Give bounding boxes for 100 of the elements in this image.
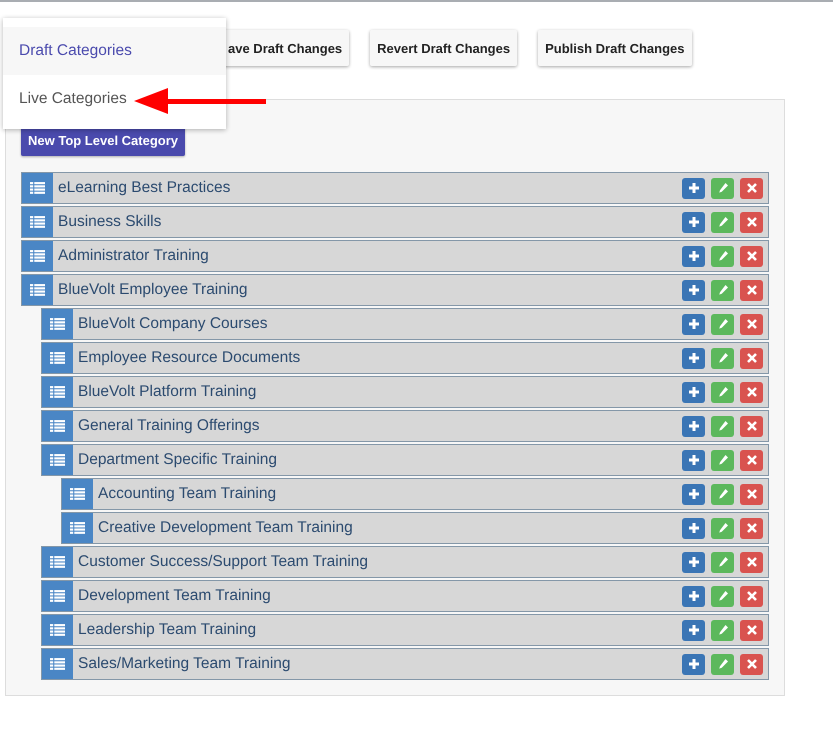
category-row[interactable]: Employee Resource Documents bbox=[41, 342, 769, 374]
edit-button[interactable] bbox=[711, 620, 734, 640]
revert-draft-button[interactable]: Revert Draft Changes bbox=[370, 30, 518, 66]
add-button[interactable] bbox=[682, 552, 705, 572]
category-name: Sales/Marketing Team Training bbox=[77, 655, 292, 673]
delete-button[interactable] bbox=[740, 484, 763, 504]
edit-button[interactable] bbox=[711, 212, 734, 232]
add-button[interactable] bbox=[682, 586, 705, 606]
pencil-icon bbox=[718, 387, 728, 397]
category-row[interactable]: eLearning Best Practices bbox=[21, 172, 769, 204]
add-button[interactable] bbox=[682, 280, 705, 300]
pencil-icon bbox=[718, 557, 728, 567]
add-button[interactable] bbox=[682, 416, 705, 436]
drag-handle[interactable] bbox=[42, 309, 73, 339]
delete-button[interactable] bbox=[740, 178, 763, 198]
drag-handle[interactable] bbox=[42, 343, 73, 373]
drag-handle[interactable] bbox=[22, 241, 53, 271]
list-icon bbox=[70, 522, 85, 534]
add-button[interactable] bbox=[682, 246, 705, 266]
drag-handle[interactable] bbox=[42, 411, 73, 441]
drag-handle[interactable] bbox=[62, 513, 93, 543]
pencil-icon bbox=[718, 523, 728, 533]
category-row[interactable]: BlueVolt Employee Training bbox=[21, 274, 769, 306]
delete-button[interactable] bbox=[740, 382, 763, 402]
drag-handle[interactable] bbox=[62, 479, 93, 509]
edit-button[interactable] bbox=[711, 552, 734, 572]
add-button[interactable] bbox=[682, 382, 705, 402]
delete-button[interactable] bbox=[740, 620, 763, 640]
add-button[interactable] bbox=[682, 212, 705, 232]
edit-button[interactable] bbox=[711, 178, 734, 198]
delete-button[interactable] bbox=[740, 212, 763, 232]
edit-button[interactable] bbox=[711, 654, 734, 674]
category-row[interactable]: Accounting Team Training bbox=[61, 478, 769, 510]
category-row[interactable]: Leadership Team Training bbox=[41, 614, 769, 646]
plus-icon bbox=[688, 455, 698, 465]
drag-handle[interactable] bbox=[42, 615, 73, 645]
category-row[interactable]: Business Skills bbox=[21, 206, 769, 238]
category-row[interactable]: Development Team Training bbox=[41, 580, 769, 612]
drag-handle[interactable] bbox=[42, 445, 73, 475]
edit-button[interactable] bbox=[711, 518, 734, 538]
category-row[interactable]: General Training Offerings bbox=[41, 410, 769, 442]
delete-button[interactable] bbox=[740, 280, 763, 300]
drag-handle[interactable] bbox=[42, 649, 73, 679]
add-button[interactable] bbox=[682, 518, 705, 538]
add-button[interactable] bbox=[682, 314, 705, 334]
delete-button[interactable] bbox=[740, 416, 763, 436]
pencil-icon bbox=[718, 421, 728, 431]
delete-button[interactable] bbox=[740, 654, 763, 674]
category-name: BlueVolt Employee Training bbox=[57, 281, 249, 299]
category-name: Customer Success/Support Team Training bbox=[77, 553, 370, 571]
list-icon bbox=[50, 454, 65, 466]
drag-handle[interactable] bbox=[22, 207, 53, 237]
close-icon bbox=[746, 353, 756, 363]
delete-button[interactable] bbox=[740, 552, 763, 572]
close-icon bbox=[746, 387, 756, 397]
drag-handle[interactable] bbox=[42, 547, 73, 577]
edit-button[interactable] bbox=[711, 280, 734, 300]
add-button[interactable] bbox=[682, 348, 705, 368]
delete-button[interactable] bbox=[740, 246, 763, 266]
pencil-icon bbox=[718, 625, 728, 635]
edit-button[interactable] bbox=[711, 314, 734, 334]
edit-button[interactable] bbox=[711, 246, 734, 266]
menu-item[interactable]: Draft Categories bbox=[3, 27, 226, 75]
edit-button[interactable] bbox=[711, 382, 734, 402]
edit-button[interactable] bbox=[711, 484, 734, 504]
category-row[interactable]: Administrator Training bbox=[21, 240, 769, 272]
category-row[interactable]: BlueVolt Platform Training bbox=[41, 376, 769, 408]
delete-button[interactable] bbox=[740, 586, 763, 606]
category-row[interactable]: Sales/Marketing Team Training bbox=[41, 648, 769, 680]
drag-handle[interactable] bbox=[42, 581, 73, 611]
list-icon bbox=[50, 352, 65, 364]
close-icon bbox=[746, 659, 756, 669]
edit-button[interactable] bbox=[711, 586, 734, 606]
list-icon bbox=[50, 318, 65, 330]
category-row[interactable]: Creative Development Team Training bbox=[61, 512, 769, 544]
edit-button[interactable] bbox=[711, 450, 734, 470]
category-row[interactable]: Customer Success/Support Team Training bbox=[41, 546, 769, 578]
delete-button[interactable] bbox=[740, 450, 763, 470]
list-icon bbox=[50, 386, 65, 398]
category-row[interactable]: Department Specific Training bbox=[41, 444, 769, 476]
drag-handle[interactable] bbox=[42, 377, 73, 407]
category-row[interactable]: BlueVolt Company Courses bbox=[41, 308, 769, 340]
add-button[interactable] bbox=[682, 450, 705, 470]
menu-item[interactable]: Live Categories bbox=[3, 75, 226, 123]
drag-handle[interactable] bbox=[22, 275, 53, 305]
edit-button[interactable] bbox=[711, 348, 734, 368]
delete-button[interactable] bbox=[740, 314, 763, 334]
close-icon bbox=[746, 455, 756, 465]
delete-button[interactable] bbox=[740, 518, 763, 538]
delete-button[interactable] bbox=[740, 348, 763, 368]
list-icon bbox=[50, 658, 65, 670]
publish-draft-button[interactable]: Publish Draft Changes bbox=[538, 30, 692, 66]
add-button[interactable] bbox=[682, 620, 705, 640]
add-button[interactable] bbox=[682, 484, 705, 504]
edit-button[interactable] bbox=[711, 416, 734, 436]
add-button[interactable] bbox=[682, 654, 705, 674]
drag-handle[interactable] bbox=[22, 173, 53, 203]
add-button[interactable] bbox=[682, 178, 705, 198]
plus-icon bbox=[688, 489, 698, 499]
list-icon bbox=[30, 284, 45, 296]
